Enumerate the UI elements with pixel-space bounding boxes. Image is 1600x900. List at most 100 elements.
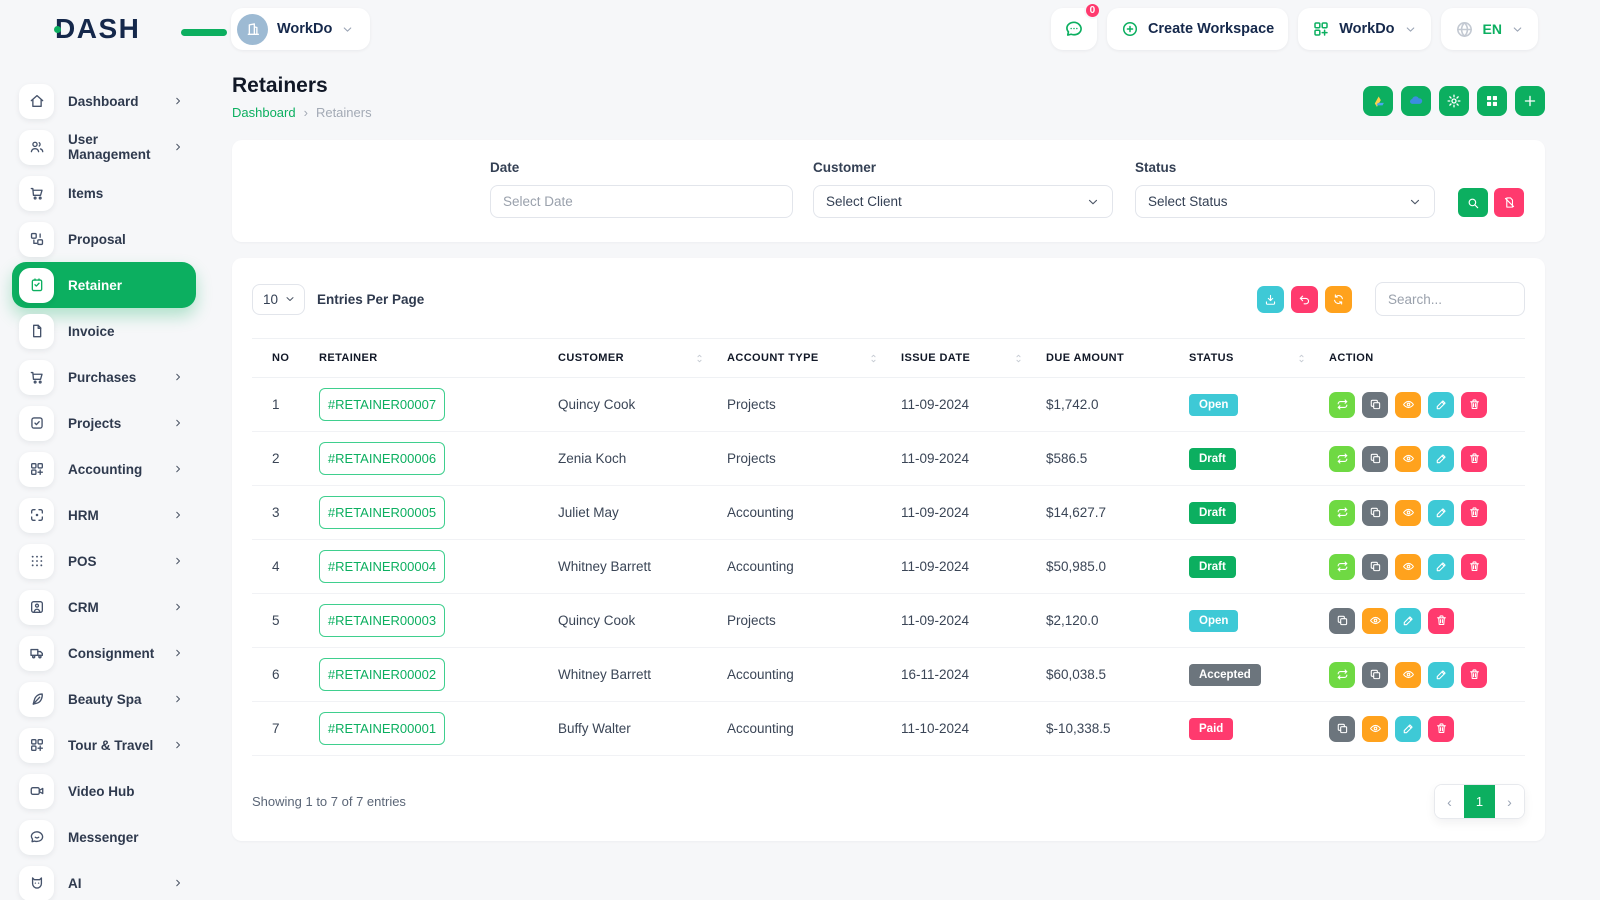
settings-button gear-icon[interactable] [1439, 86, 1469, 116]
convert-button convert-icon[interactable] [1329, 392, 1355, 418]
sidebar-item-user-management[interactable]: User Management [12, 124, 196, 170]
column-header-customer[interactable]: CUSTOMER [558, 339, 727, 378]
language-selector[interactable]: EN [1441, 8, 1538, 50]
retainer-number-link[interactable]: #RETAINER00005 [319, 496, 445, 529]
duplicate-button duplicate-icon[interactable] [1362, 500, 1388, 526]
edit-button edit-icon[interactable] [1428, 500, 1454, 526]
sidebar-item-accounting[interactable]: Accounting [12, 446, 196, 492]
modules-button grid4-icon[interactable] [1477, 86, 1507, 116]
sidebar-item-messenger[interactable]: Messenger [12, 814, 196, 860]
sidebar-item-purchases[interactable]: Purchases [12, 354, 196, 400]
duplicate-button duplicate-icon[interactable] [1329, 716, 1355, 742]
column-header-account-type[interactable]: ACCOUNT TYPE [727, 339, 901, 378]
convert-button convert-icon[interactable] [1329, 500, 1355, 526]
cell-actions [1329, 378, 1525, 432]
column-header-status[interactable]: STATUS [1189, 339, 1329, 378]
app-switcher-button[interactable]: WorkDo [1298, 8, 1430, 50]
sidebar-item-projects[interactable]: Projects [12, 400, 196, 446]
entries-per-page-select[interactable]: 10 [252, 284, 305, 315]
retainer-number-link[interactable]: #RETAINER00003 [319, 604, 445, 637]
workspace-switcher[interactable]: WorkDo [231, 8, 370, 50]
sidebar-item-items[interactable]: Items [12, 170, 196, 216]
table-row: 1#RETAINER00007Quincy CookProjects11-09-… [252, 378, 1525, 432]
duplicate-button duplicate-icon[interactable] [1362, 554, 1388, 580]
delete-button delete-icon[interactable] [1461, 446, 1487, 472]
status-filter-select[interactable]: Select Status [1135, 185, 1435, 218]
sidebar-item-pos[interactable]: POS [12, 538, 196, 584]
edit-button edit-icon[interactable] [1428, 446, 1454, 472]
delete-button delete-icon[interactable] [1461, 392, 1487, 418]
status-filter-value: Select Status [1148, 194, 1228, 209]
duplicate-button duplicate-icon[interactable] [1362, 662, 1388, 688]
reset-filter-button file-slash-icon[interactable] [1494, 188, 1524, 217]
delete-button delete-icon[interactable] [1428, 608, 1454, 634]
duplicate-button duplicate-icon[interactable] [1329, 608, 1355, 634]
edit-button edit-icon[interactable] [1395, 608, 1421, 634]
sort-icon[interactable] [868, 353, 879, 364]
breadcrumb-dashboard-link[interactable]: Dashboard [232, 105, 296, 120]
sidebar-item-crm[interactable]: CRM [12, 584, 196, 630]
edit-button edit-icon[interactable] [1428, 554, 1454, 580]
pagination-next-button[interactable]: › [1495, 785, 1524, 818]
view-button view-icon[interactable] [1362, 608, 1388, 634]
table-search-input[interactable] [1375, 282, 1525, 316]
status-badge: Accepted [1189, 664, 1261, 686]
delete-button delete-icon[interactable] [1461, 500, 1487, 526]
sidebar-item-retainer[interactable]: Retainer [12, 262, 196, 308]
create-retainer-button plus-icon[interactable] [1515, 86, 1545, 116]
sidebar-item-ai[interactable]: AI [12, 860, 196, 900]
convert-button convert-icon[interactable] [1329, 662, 1355, 688]
duplicate-button duplicate-icon[interactable] [1362, 446, 1388, 472]
pagination-prev-button[interactable]: ‹ [1435, 785, 1464, 818]
edit-button edit-icon[interactable] [1395, 716, 1421, 742]
sidebar-item-consignment[interactable]: Consignment [12, 630, 196, 676]
retainer-number-link[interactable]: #RETAINER00002 [319, 658, 445, 691]
view-button view-icon[interactable] [1395, 446, 1421, 472]
retainer-number-link[interactable]: #RETAINER00004 [319, 550, 445, 583]
sidebar-item-video-hub[interactable]: Video Hub [12, 768, 196, 814]
refresh-button refresh-icon[interactable] [1325, 286, 1352, 313]
column-header-issue-date[interactable]: ISSUE DATE [901, 339, 1046, 378]
duplicate-button duplicate-icon[interactable] [1362, 392, 1388, 418]
table-controls: 10 Entries Per Page [252, 282, 1525, 316]
retainer-number-link[interactable]: #RETAINER00006 [319, 442, 445, 475]
apply-filter-button search-icon[interactable] [1458, 188, 1488, 217]
delete-button delete-icon[interactable] [1428, 716, 1454, 742]
google-drive-button drive-icon[interactable] [1363, 86, 1393, 116]
undo-button undo-icon[interactable] [1291, 286, 1318, 313]
sidebar-item-proposal[interactable]: Proposal [12, 216, 196, 262]
export-button download-icon[interactable] [1257, 286, 1284, 313]
messages-button[interactable]: 0 [1051, 8, 1097, 50]
date-filter-input[interactable] [490, 185, 793, 218]
pagination-page-1-button[interactable]: 1 [1464, 785, 1495, 818]
sort-icon[interactable] [1013, 353, 1024, 364]
retainer-number-link[interactable]: #RETAINER00007 [319, 388, 445, 421]
edit-button edit-icon[interactable] [1428, 392, 1454, 418]
create-workspace-button[interactable]: Create Workspace [1107, 8, 1288, 50]
sidebar-item-beauty-spa[interactable]: Beauty Spa [12, 676, 196, 722]
view-button view-icon[interactable] [1395, 392, 1421, 418]
view-button view-icon[interactable] [1395, 662, 1421, 688]
onedrive-button cloud-icon[interactable] [1401, 86, 1431, 116]
sidebar-item-label: Proposal [68, 232, 184, 247]
delete-button delete-icon[interactable] [1461, 662, 1487, 688]
cell-no: 2 [252, 432, 319, 486]
convert-button convert-icon[interactable] [1329, 446, 1355, 472]
sidebar-item-dashboard[interactable]: Dashboard [12, 78, 196, 124]
sidebar-item-tour-travel[interactable]: Tour & Travel [12, 722, 196, 768]
sort-icon[interactable] [1296, 353, 1307, 364]
sidebar: Dashboard User Management Items Proposal… [0, 58, 216, 900]
view-button view-icon[interactable] [1395, 554, 1421, 580]
retainer-number-link[interactable]: #RETAINER00001 [319, 712, 445, 745]
customer-filter-select[interactable]: Select Client [813, 185, 1113, 218]
edit-button edit-icon[interactable] [1428, 662, 1454, 688]
sidebar-item-invoice[interactable]: Invoice [12, 308, 196, 354]
view-button view-icon[interactable] [1362, 716, 1388, 742]
cart-icon [19, 176, 54, 211]
delete-button delete-icon[interactable] [1461, 554, 1487, 580]
sort-icon[interactable] [694, 353, 705, 364]
view-button view-icon[interactable] [1395, 500, 1421, 526]
convert-button convert-icon[interactable] [1329, 554, 1355, 580]
column-header-retainer: RETAINER [319, 339, 558, 378]
sidebar-item-hrm[interactable]: HRM [12, 492, 196, 538]
